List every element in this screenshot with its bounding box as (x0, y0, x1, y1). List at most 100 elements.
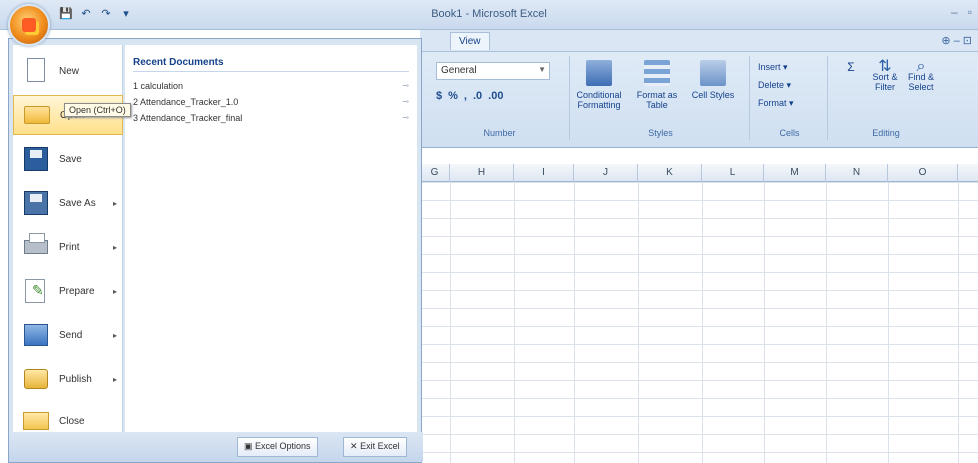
menu-item-label: Save (59, 153, 82, 165)
send-icon (21, 320, 51, 350)
cell-styles-icon (700, 60, 726, 86)
autosum-icon[interactable]: Σ (834, 61, 868, 73)
conditional-formatting-label: Conditional Formatting (576, 90, 622, 110)
format-label: Format (758, 98, 787, 108)
grid-line (826, 182, 827, 463)
prepare-icon (21, 276, 51, 306)
editing-group-label: Editing (872, 128, 900, 138)
save-disk-icon (21, 144, 51, 174)
office-button[interactable] (8, 4, 50, 46)
office-menu-footer: ▣ Excel Options ✕ Exit Excel (9, 432, 423, 462)
grid-line (888, 182, 889, 463)
chevron-right-icon: ▸ (112, 286, 117, 296)
open-tooltip: Open (Ctrl+O) (64, 103, 131, 117)
excel-options-button[interactable]: ▣ Excel Options (237, 437, 318, 457)
column-header[interactable]: I (514, 164, 574, 182)
sort-icon: ⇅ (878, 58, 892, 75)
recent-document-item[interactable]: 2 Attendance_Tracker_1.0 ⊸ (133, 97, 409, 111)
pin-icon[interactable]: ⊸ (402, 81, 409, 90)
conditional-formatting-icon (586, 60, 612, 86)
column-header[interactable]: N (826, 164, 888, 182)
insert-button[interactable]: Insert ▾ (758, 62, 788, 73)
office-logo-icon (22, 18, 36, 32)
menu-item-label: Prepare (59, 285, 95, 297)
column-header[interactable]: J (574, 164, 638, 182)
conditional-formatting-button[interactable]: Conditional Formatting (576, 60, 622, 110)
sort-filter-label: Sort & Filter (872, 72, 898, 92)
excel-options-label: Excel Options (255, 441, 311, 451)
menu-item-save[interactable]: Save (13, 139, 123, 179)
cell-area[interactable] (420, 182, 978, 463)
column-header[interactable]: L (702, 164, 764, 182)
chevron-right-icon: ▸ (112, 374, 117, 384)
column-header[interactable]: H (450, 164, 514, 182)
decrease-decimal-button[interactable]: .00 (488, 90, 503, 102)
grid-line (702, 182, 703, 463)
options-icon: ▣ (244, 441, 253, 451)
delete-button[interactable]: Delete ▾ (758, 80, 791, 91)
grid-line (958, 182, 959, 463)
menu-item-send[interactable]: Send ▸ (13, 315, 123, 355)
comma-button[interactable]: , (464, 90, 467, 102)
tab-view[interactable]: View (450, 32, 490, 50)
column-header[interactable]: O (888, 164, 958, 182)
pin-icon[interactable]: ⊸ (402, 113, 409, 122)
office-menu: New Open Save Save As ▸ Print ▸ Prepare … (8, 38, 423, 463)
menu-item-save-as[interactable]: Save As ▸ (13, 183, 123, 223)
new-document-icon (21, 56, 51, 86)
recent-documents-pane: Recent Documents 1 calculation ⊸ 2 Atten… (125, 45, 417, 433)
menu-item-label: Close (59, 415, 85, 427)
recent-documents-title: Recent Documents (133, 57, 224, 68)
sort-filter-button[interactable]: ⇅ Sort & Filter (868, 58, 902, 93)
column-header[interactable]: M (764, 164, 826, 182)
menu-item-prepare[interactable]: Prepare ▸ (13, 271, 123, 311)
chevron-right-icon: ▸ (112, 198, 117, 208)
number-group-label: Number (483, 128, 516, 138)
number-format-select[interactable]: General ▼ (436, 62, 550, 80)
minimize-button[interactable]: – (951, 5, 958, 19)
grid-line (574, 182, 575, 463)
recent-document-item[interactable]: 1 calculation ⊸ (133, 81, 409, 95)
restore-button[interactable]: ▫ (968, 5, 972, 19)
cell-styles-label: Cell Styles (691, 90, 735, 100)
help-icon[interactable]: ⊕ – ⊡ (941, 34, 972, 47)
grid-line (450, 182, 451, 463)
pin-icon[interactable]: ⊸ (402, 97, 409, 106)
column-header[interactable]: K (638, 164, 702, 182)
worksheet-grid[interactable]: G H I J K L M N O (420, 164, 978, 463)
grid-line (764, 182, 765, 463)
cell-styles-button[interactable]: Cell Styles (690, 60, 736, 100)
publish-icon (21, 364, 51, 394)
percent-button[interactable]: % (448, 90, 458, 102)
menu-item-label: Print (59, 241, 80, 253)
menu-item-label: Send (59, 329, 83, 341)
insert-label: Insert (758, 62, 781, 72)
chevron-right-icon: ▸ (112, 330, 117, 340)
find-select-label: Find & Select (907, 72, 934, 92)
recent-document-name: 3 Attendance_Tracker_final (133, 113, 243, 123)
divider (133, 71, 409, 72)
currency-button[interactable]: $ (436, 90, 442, 102)
binoculars-icon: ⌕ (916, 58, 926, 75)
cells-group: Insert ▾ Delete ▾ Format ▾ Cells (752, 56, 828, 140)
recent-document-name: 1 calculation (133, 81, 184, 91)
ribbon: View ⊕ – ⊡ General ▼ $ % , .0 .00 Number… (420, 30, 978, 148)
open-folder-icon (22, 100, 52, 130)
menu-item-new[interactable]: New (13, 51, 123, 91)
table-icon (644, 60, 670, 86)
chevron-right-icon: ▸ (112, 242, 117, 252)
styles-group: Conditional Formatting Format as Table C… (572, 56, 750, 140)
editing-group: Σ ⇅ Sort & Filter ⌕ Find & Select Editin… (830, 56, 942, 140)
menu-item-label: New (59, 65, 80, 77)
menu-item-print[interactable]: Print ▸ (13, 227, 123, 267)
close-icon: ✕ (350, 441, 358, 451)
menu-item-publish[interactable]: Publish ▸ (13, 359, 123, 399)
exit-excel-button[interactable]: ✕ Exit Excel (343, 437, 407, 457)
increase-decimal-button[interactable]: .0 (473, 90, 482, 102)
find-select-button[interactable]: ⌕ Find & Select (904, 58, 938, 93)
format-button[interactable]: Format ▾ (758, 98, 794, 109)
delete-label: Delete (758, 80, 785, 90)
format-as-table-button[interactable]: Format as Table (634, 60, 680, 110)
column-header[interactable]: G (420, 164, 450, 182)
recent-document-item[interactable]: 3 Attendance_Tracker_final ⊸ (133, 113, 409, 127)
